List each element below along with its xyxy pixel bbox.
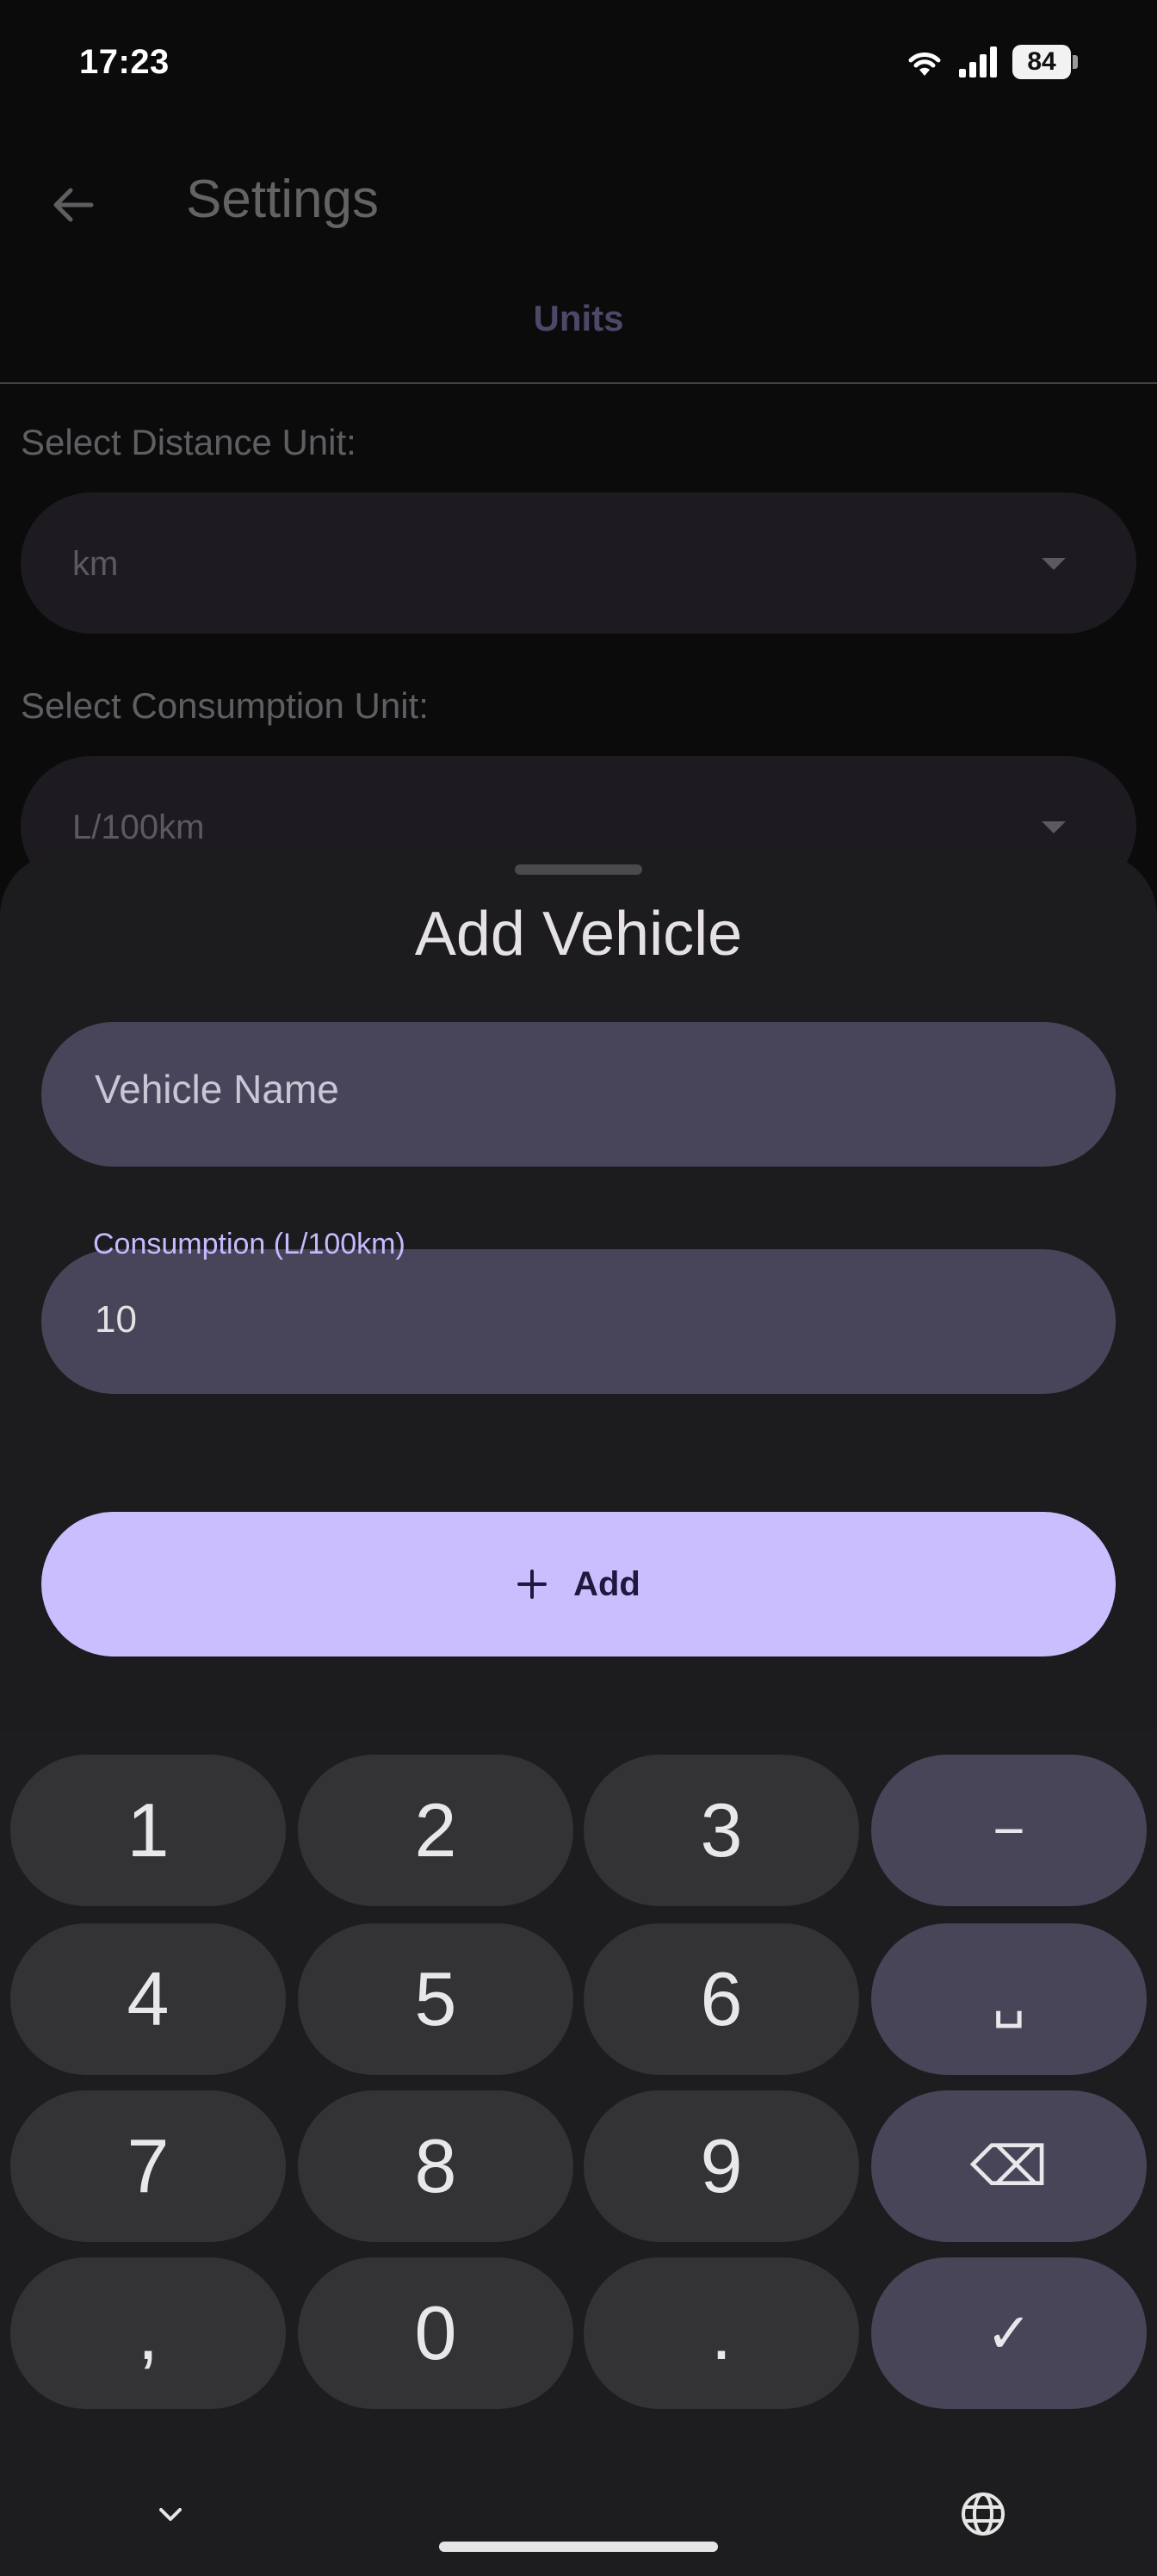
key-0[interactable]: 0 [298, 2257, 573, 2409]
home-indicator[interactable] [439, 2542, 718, 2552]
key-1[interactable]: 1 [10, 1755, 286, 1906]
key-5[interactable]: 5 [298, 1923, 573, 2075]
vehicle-name-placeholder: Vehicle Name [95, 1067, 339, 1112]
key-minus[interactable]: − [871, 1755, 1147, 1906]
key-3[interactable]: 3 [584, 1755, 859, 1906]
page-title: Settings [186, 170, 380, 229]
key-2[interactable]: 2 [298, 1755, 573, 1906]
sheet-title: Add Vehicle [414, 900, 743, 969]
dropdown-caret-icon [1042, 558, 1066, 570]
battery-icon: 84 [1012, 45, 1078, 79]
dropdown-caret-icon [1042, 821, 1066, 833]
key-comma[interactable]: , [10, 2257, 286, 2409]
key-space[interactable]: ␣ [871, 1923, 1147, 2075]
status-time: 17:23 [79, 43, 170, 81]
signal-icon [959, 46, 997, 77]
key-7[interactable]: 7 [10, 2090, 286, 2242]
distance-unit-label: Select Distance Unit: [21, 422, 356, 462]
consumption-unit-value: L/100km [72, 808, 205, 846]
key-8[interactable]: 8 [298, 2090, 573, 2242]
backspace-key[interactable]: ⌫ [871, 2090, 1147, 2242]
back-arrow-icon[interactable] [46, 179, 98, 231]
key-9[interactable]: 9 [584, 2090, 859, 2242]
wifi-icon [908, 53, 941, 76]
chevron-down-icon[interactable] [155, 2499, 186, 2530]
consumption-unit-label: Select Consumption Unit: [21, 685, 429, 726]
done-key[interactable]: ✓ [871, 2257, 1147, 2409]
status-icons: 84 [904, 45, 1078, 79]
battery-level: 84 [1012, 45, 1071, 79]
drag-handle[interactable] [515, 864, 642, 875]
plus-icon [517, 1570, 548, 1599]
distance-unit-dropdown[interactable] [21, 492, 1136, 634]
key-4[interactable]: 4 [10, 1923, 286, 2075]
consumption-field-label: Consumption (L/100km) [93, 1228, 405, 1260]
consumption-field-value: 10 [95, 1298, 137, 1341]
add-button-label: Add [573, 1564, 640, 1603]
globe-icon[interactable] [959, 2490, 1007, 2538]
add-button[interactable]: Add [41, 1512, 1116, 1656]
consumption-field[interactable] [41, 1249, 1116, 1394]
tab-divider [0, 382, 1157, 384]
key-6[interactable]: 6 [584, 1923, 859, 2075]
distance-unit-value: km [72, 545, 119, 583]
tab-units[interactable]: Units [0, 298, 1157, 339]
key-period[interactable]: . [584, 2257, 859, 2409]
